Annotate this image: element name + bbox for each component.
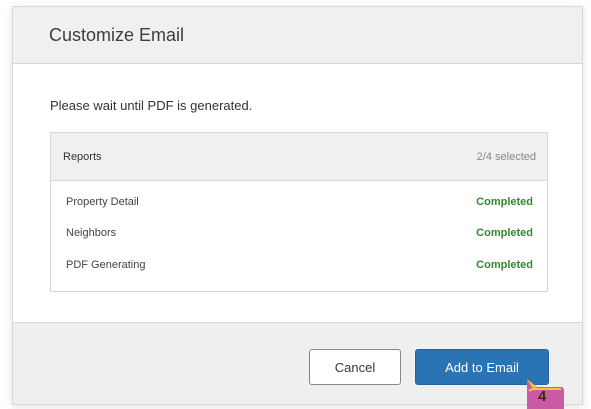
cancel-button[interactable]: Cancel xyxy=(309,349,401,385)
reports-panel: Reports 2/4 selected Property Detail Com… xyxy=(50,132,548,292)
report-row: PDF Generating Completed xyxy=(51,256,547,276)
reports-label: Reports xyxy=(63,151,102,163)
report-name: PDF Generating xyxy=(66,259,146,271)
reports-header: Reports 2/4 selected xyxy=(51,133,547,181)
report-name: Neighbors xyxy=(66,227,117,239)
dialog-title: Customize Email xyxy=(49,25,185,45)
report-status: Completed xyxy=(476,227,533,239)
report-status: Completed xyxy=(476,196,533,208)
customize-email-dialog: Customize Email Please wait until PDF is… xyxy=(12,6,583,405)
dialog-footer: Cancel Add to Email xyxy=(13,322,582,404)
report-name: Property Detail xyxy=(66,196,139,208)
instruction-text: Please wait until PDF is generated. xyxy=(50,98,253,113)
step-number: 4 xyxy=(538,388,547,405)
dialog-header: Customize Email xyxy=(13,7,582,64)
report-row: Property Detail Completed xyxy=(51,193,547,213)
reports-selected-count: 2/4 selected xyxy=(476,151,536,163)
report-status: Completed xyxy=(476,259,533,271)
report-row: Neighbors Completed xyxy=(51,224,547,244)
